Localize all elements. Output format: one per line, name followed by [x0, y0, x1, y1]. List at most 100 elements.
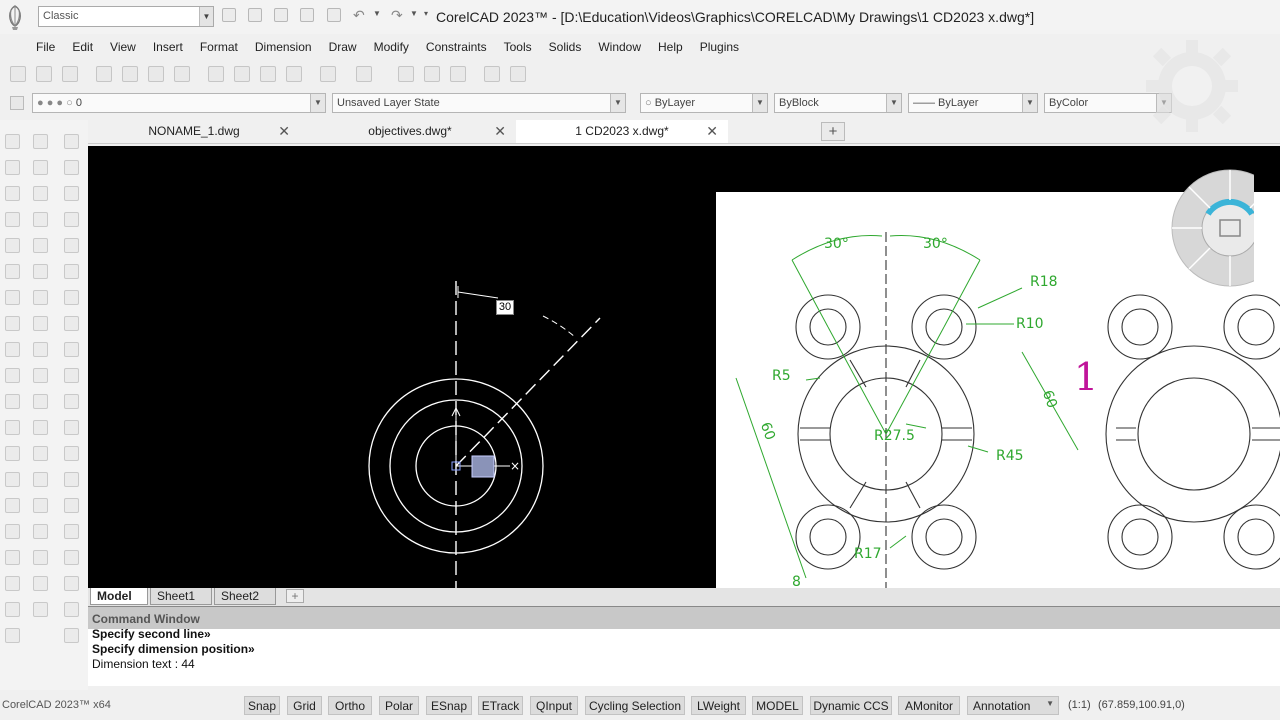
diameter-dimension-tool-icon[interactable]: [33, 602, 48, 617]
undo-icon[interactable]: [320, 66, 336, 82]
tangent-tool-icon[interactable]: [33, 264, 48, 279]
freehand-tool-icon[interactable]: [5, 524, 20, 539]
move-gizmo-handle[interactable]: [471, 455, 495, 478]
save-icon[interactable]: [62, 66, 78, 82]
arc-3point-tool-icon[interactable]: [5, 420, 20, 435]
table-tool-icon[interactable]: [33, 394, 48, 409]
align-tool-icon[interactable]: [64, 550, 79, 565]
paste-icon[interactable]: [260, 66, 276, 82]
gradient-tool-icon[interactable]: [5, 290, 20, 305]
attribute-tool-icon[interactable]: [33, 420, 48, 435]
erase-tool-icon[interactable]: [64, 134, 79, 149]
zoom-icon[interactable]: [424, 66, 440, 82]
print-icon[interactable]: [327, 8, 341, 22]
etrack-toggle[interactable]: ETrack: [478, 696, 523, 715]
publish-icon[interactable]: [148, 66, 164, 82]
infinite-line-tool-icon[interactable]: [5, 160, 20, 175]
match-properties-icon[interactable]: [286, 66, 302, 82]
close-icon[interactable]: ✕: [706, 123, 718, 140]
command-prompt-line[interactable]: Dimension text : 44: [92, 657, 195, 671]
close-icon[interactable]: ✕: [494, 123, 506, 140]
close-icon[interactable]: ✕: [278, 123, 290, 140]
ortho-toggle[interactable]: Ortho: [328, 696, 372, 715]
trim-tool-icon[interactable]: [64, 368, 79, 383]
arc-tool-icon[interactable]: [33, 160, 48, 175]
explode-tool-icon[interactable]: [64, 498, 79, 513]
menu-plugins[interactable]: Plugins: [700, 37, 739, 57]
stretch-tool-icon[interactable]: [64, 342, 79, 357]
snap-toggle[interactable]: Snap: [244, 696, 280, 715]
chevron-down-icon[interactable]: ▼: [373, 9, 381, 18]
lineweight-select[interactable]: —— ByLayer ▼: [908, 93, 1038, 113]
block-tool-icon[interactable]: [33, 342, 48, 357]
angular-dimension-tool-icon[interactable]: [33, 550, 48, 565]
layer-select[interactable]: ● ● ● ○ 0 ▼: [32, 93, 326, 113]
tab-1-cd2023-x[interactable]: 1 CD2023 x.dwg* ✕: [516, 120, 728, 143]
dynamic-ccs-toggle[interactable]: Dynamic CCS: [810, 696, 892, 715]
fillet-tool-icon[interactable]: [64, 472, 79, 487]
redo-icon[interactable]: [356, 66, 372, 82]
chamfer-tool-icon[interactable]: [64, 446, 79, 461]
polygon-tool-icon[interactable]: [5, 238, 20, 253]
customize-quick-access-icon[interactable]: ▾: [424, 9, 428, 18]
move-tool-icon[interactable]: [64, 264, 79, 279]
pattern-tool-icon[interactable]: [64, 238, 79, 253]
tab-model[interactable]: Model: [90, 588, 148, 605]
qinput-toggle[interactable]: QInput: [530, 696, 578, 715]
menu-view[interactable]: View: [110, 37, 136, 57]
join-tool-icon[interactable]: [64, 524, 79, 539]
section-tool-icon[interactable]: [5, 628, 20, 643]
navigation-wheel-icon[interactable]: [1170, 168, 1254, 288]
menu-help[interactable]: Help: [658, 37, 683, 57]
insert-block-tool-icon[interactable]: [33, 368, 48, 383]
drawing-canvas[interactable]: × 30 30° 30° R18 R10 R5 R27.5 R45 R17 60…: [88, 146, 1280, 588]
menu-solids[interactable]: Solids: [549, 37, 582, 57]
offset-tool-icon[interactable]: [64, 212, 79, 227]
lweight-toggle[interactable]: LWeight: [691, 696, 746, 715]
lengthen-tool-icon[interactable]: [64, 576, 79, 591]
menu-dimension[interactable]: Dimension: [255, 37, 312, 57]
menu-format[interactable]: Format: [200, 37, 238, 57]
grid-toggle[interactable]: Grid: [287, 696, 322, 715]
cut-icon[interactable]: [208, 66, 224, 82]
revision-cloud-tool-icon[interactable]: [5, 394, 20, 409]
menu-file[interactable]: File: [36, 37, 55, 57]
copy-icon[interactable]: [234, 66, 250, 82]
tab-objectives[interactable]: objectives.dwg* ✕: [304, 120, 516, 143]
menu-window[interactable]: Window: [598, 37, 641, 57]
leader-tool-icon[interactable]: [33, 498, 48, 513]
dimension-input-box[interactable]: 30: [496, 300, 514, 315]
tab-noname-1[interactable]: NONAME_1.dwg ✕: [88, 120, 300, 143]
spline-tool-icon[interactable]: [5, 212, 20, 227]
rotate-tool-icon[interactable]: [64, 290, 79, 305]
command-window[interactable]: Command Window Specify second line» Spec…: [88, 606, 1280, 686]
plot-icon[interactable]: [174, 66, 190, 82]
circle-3point-tool-icon[interactable]: [5, 446, 20, 461]
dimension-tool-icon[interactable]: [33, 524, 48, 539]
menu-draw[interactable]: Draw: [329, 37, 357, 57]
sketch-tool-icon[interactable]: [5, 602, 20, 617]
workspace-select[interactable]: Classic ▼: [38, 6, 214, 27]
tab-sheet1[interactable]: Sheet1: [150, 588, 212, 605]
ray-tool-icon[interactable]: [5, 186, 20, 201]
boundary-tool-icon[interactable]: [5, 342, 20, 357]
ellipse-arc-tool-icon[interactable]: [5, 472, 20, 487]
layer-manager-icon[interactable]: [10, 96, 24, 110]
break-tool-icon[interactable]: [64, 420, 79, 435]
menu-insert[interactable]: Insert: [153, 37, 183, 57]
redo-icon[interactable]: ↷: [391, 7, 403, 24]
text-tool-icon[interactable]: [33, 446, 48, 461]
edit-spline-tool-icon[interactable]: [64, 628, 79, 643]
region-tool-icon[interactable]: [5, 316, 20, 331]
esnap-toggle[interactable]: ESnap: [426, 696, 472, 715]
new-icon[interactable]: [10, 66, 26, 82]
linestyle-select[interactable]: ByBlock ▼: [774, 93, 902, 113]
print-preview-icon[interactable]: [122, 66, 138, 82]
helix-tool-icon[interactable]: [5, 576, 20, 591]
cycling-selection-toggle[interactable]: Cycling Selection: [585, 696, 685, 715]
menu-modify[interactable]: Modify: [374, 37, 409, 57]
ellipse-tool-icon[interactable]: [33, 238, 48, 253]
amonitor-toggle[interactable]: AMonitor: [898, 696, 960, 715]
polyline-tool-icon[interactable]: [33, 134, 48, 149]
point-tool-icon[interactable]: [33, 290, 48, 305]
